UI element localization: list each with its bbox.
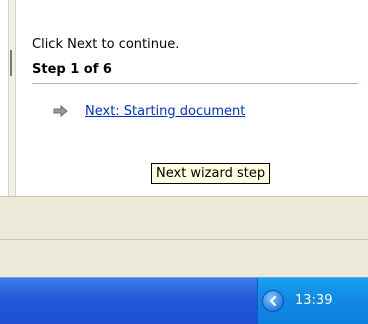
chevron-left-icon[interactable] <box>262 290 284 312</box>
pane-border <box>8 0 16 196</box>
next-step-link[interactable]: Next: Starting document <box>85 104 245 119</box>
status-separator <box>0 239 368 240</box>
system-tray: 13:39 <box>257 278 368 324</box>
intro-text: Click Next to continue. <box>32 37 180 52</box>
pane-resize-grip[interactable] <box>10 50 12 76</box>
clock[interactable]: 13:39 <box>295 293 332 308</box>
next-step-row[interactable]: Next: Starting document <box>53 101 245 121</box>
pane-bottom-edge <box>0 196 368 197</box>
step-heading: Step 1 of 6 <box>32 62 112 77</box>
taskbar: 13:39 <box>0 277 368 324</box>
divider <box>32 83 358 84</box>
arrow-right-icon <box>53 104 69 118</box>
tooltip: Next wizard step <box>151 163 271 184</box>
